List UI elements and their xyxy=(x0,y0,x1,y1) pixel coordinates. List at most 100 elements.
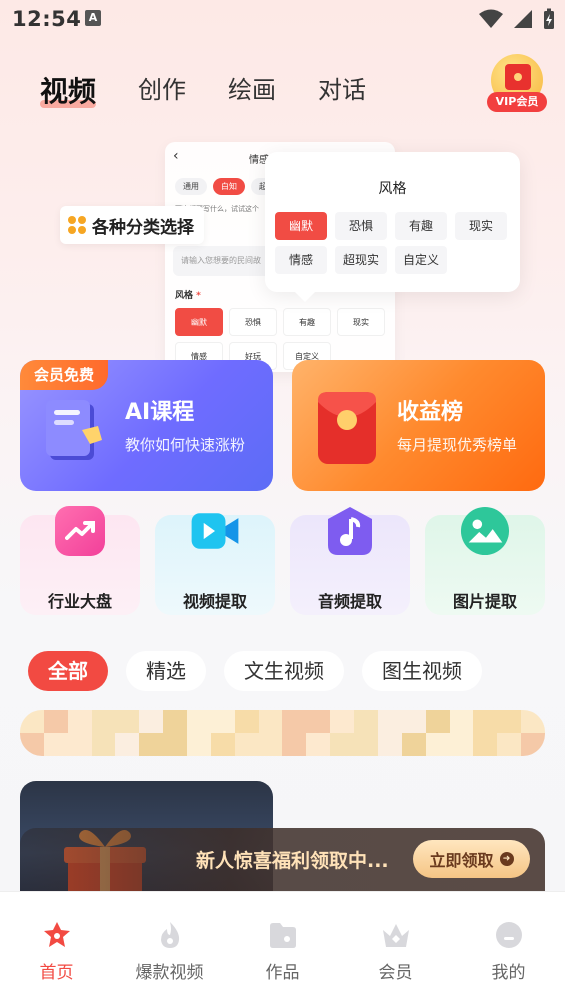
nav-label: 我的 xyxy=(491,963,526,983)
mosaic-tile xyxy=(210,733,235,756)
nav-hot-videos[interactable]: 爆款视频 xyxy=(113,892,226,1004)
vip-badge[interactable]: VIP会员 xyxy=(487,54,547,112)
blurred-banner[interactable] xyxy=(20,710,545,756)
tools-grid: 行业大盘 视频提取 音频提取 图片提取 xyxy=(20,506,545,620)
tool-image-extract[interactable]: 图片提取 xyxy=(425,506,545,620)
video-camera-icon xyxy=(190,506,240,556)
mosaic-tile xyxy=(20,733,44,756)
arrow-right-circle-icon: ➜ xyxy=(499,852,514,866)
ai-course-subtitle: 教你如何快速涨粉 xyxy=(125,436,246,454)
mosaic-tile xyxy=(187,710,211,733)
category-all[interactable]: 全部 xyxy=(28,651,108,691)
tool-video-extract[interactable]: 视频提取 xyxy=(155,510,275,620)
category-featured[interactable]: 精选 xyxy=(126,651,206,691)
mosaic-tile xyxy=(139,733,164,756)
notification-icon: A xyxy=(85,10,101,26)
claim-now-button[interactable]: 立即领取 ➜ xyxy=(413,840,530,878)
vip-label: VIP会员 xyxy=(487,92,547,112)
category-image-to-video[interactable]: 图生视频 xyxy=(362,651,482,691)
nav-home[interactable]: 首页 xyxy=(0,892,113,1004)
claim-now-label: 立即领取 xyxy=(429,851,494,870)
mosaic-tile xyxy=(43,710,68,733)
earnings-title: 收益榜 xyxy=(397,400,464,425)
required-mark: * xyxy=(196,291,201,301)
tool-label: 视频提取 xyxy=(182,592,247,611)
status-bar: 12:54 A xyxy=(0,0,565,40)
nav-member[interactable]: 会员 xyxy=(339,892,452,1004)
book-icon xyxy=(46,400,102,460)
ai-course-card[interactable]: 会员免费 AI课程 教你如何快速涨粉 xyxy=(20,360,273,491)
popover-tag: 现实 xyxy=(455,212,507,240)
mosaic-tile xyxy=(425,733,450,756)
tool-label: 图片提取 xyxy=(452,592,517,611)
style-popover: 风格 幽默 恐惧 有趣 现实 情感 超现实 自定义 xyxy=(265,152,520,302)
mosaic-tile xyxy=(67,733,92,756)
float-label-text: 各种分类选择 xyxy=(92,217,194,238)
tool-audio-extract[interactable]: 音频提取 xyxy=(290,507,410,620)
trend-chart-icon xyxy=(55,506,105,556)
mosaic-tile xyxy=(258,710,283,733)
popover-tag: 自定义 xyxy=(395,246,447,274)
mosaic-tile xyxy=(425,710,450,733)
bg-chip: 通用 xyxy=(175,178,207,195)
mosaic-tile xyxy=(497,710,522,733)
earnings-card[interactable]: 收益榜 每月提现优秀榜单 xyxy=(292,360,545,491)
mosaic-tile xyxy=(187,733,211,756)
tool-label: 行业大盘 xyxy=(47,592,112,611)
category-tabs: 全部 精选 文生视频 图生视频 xyxy=(28,651,482,691)
tab-create[interactable]: 创作 xyxy=(138,70,186,110)
mosaic-tile xyxy=(306,733,331,756)
feature-banner[interactable]: ‹ 情感 通用 白知 超 下次都要写什么，试试这个 请输入您想要的民间故 风格 … xyxy=(0,130,565,372)
category-text-to-video[interactable]: 文生视频 xyxy=(224,651,344,691)
mosaic-tile xyxy=(234,710,259,733)
popover-tag: 恐惧 xyxy=(335,212,387,240)
new-user-banner[interactable]: 新人惊喜福利领取中... 立即领取 ➜ xyxy=(20,828,545,892)
flame-icon xyxy=(160,922,179,948)
mosaic-tile xyxy=(377,710,402,733)
bg-style-label: 风格 * xyxy=(175,288,201,301)
mosaic-tile xyxy=(473,733,498,756)
popover-tag: 有趣 xyxy=(395,212,447,240)
ai-course-title: AI课程 xyxy=(125,400,195,425)
tool-label: 音频提取 xyxy=(317,592,382,611)
signal-icon xyxy=(514,10,532,28)
top-tabs: 视频 创作 绘画 对话 xyxy=(40,70,408,110)
mosaic-tile xyxy=(354,710,378,733)
tab-chat[interactable]: 对话 xyxy=(318,70,366,110)
mosaic-tile xyxy=(20,710,44,733)
bg-tag: 现实 xyxy=(337,308,385,336)
profile-icon xyxy=(495,922,522,948)
red-envelope-icon xyxy=(318,392,376,464)
crown-icon xyxy=(382,924,409,947)
mosaic-tile xyxy=(449,710,474,733)
earnings-subtitle: 每月提现优秀榜单 xyxy=(397,436,518,454)
mosaic-tile xyxy=(473,710,498,733)
mosaic-tile xyxy=(282,733,307,756)
mosaic-tile xyxy=(306,710,331,733)
mosaic-tile xyxy=(354,733,378,756)
bg-tag: 有趣 xyxy=(283,308,331,336)
mosaic-tile xyxy=(67,710,92,733)
nav-works[interactable]: 作品 xyxy=(226,892,339,1004)
home-star-icon xyxy=(43,922,70,947)
back-arrow-icon: ‹ xyxy=(173,148,179,164)
mosaic-tile xyxy=(139,710,164,733)
mosaic-tile xyxy=(497,733,522,756)
mosaic-tile xyxy=(43,733,68,756)
mosaic-tile xyxy=(521,710,545,733)
tab-painting[interactable]: 绘画 xyxy=(228,70,276,110)
status-icons xyxy=(479,8,555,30)
bg-chip: 白知 xyxy=(213,178,245,195)
mosaic-tile xyxy=(91,710,116,733)
category-select-label: 各种分类选择 xyxy=(60,206,204,244)
tab-video[interactable]: 视频 xyxy=(40,70,97,110)
nav-profile[interactable]: 我的 xyxy=(452,892,565,1004)
battery-icon xyxy=(544,8,554,29)
mosaic-tile xyxy=(330,710,355,733)
clover-icon xyxy=(68,216,86,234)
mosaic-tile xyxy=(115,710,140,733)
mosaic-tile xyxy=(163,733,188,756)
tool-industry[interactable]: 行业大盘 xyxy=(20,506,140,620)
popover-tag: 幽默 xyxy=(275,212,327,240)
nav-label: 会员 xyxy=(378,963,413,983)
